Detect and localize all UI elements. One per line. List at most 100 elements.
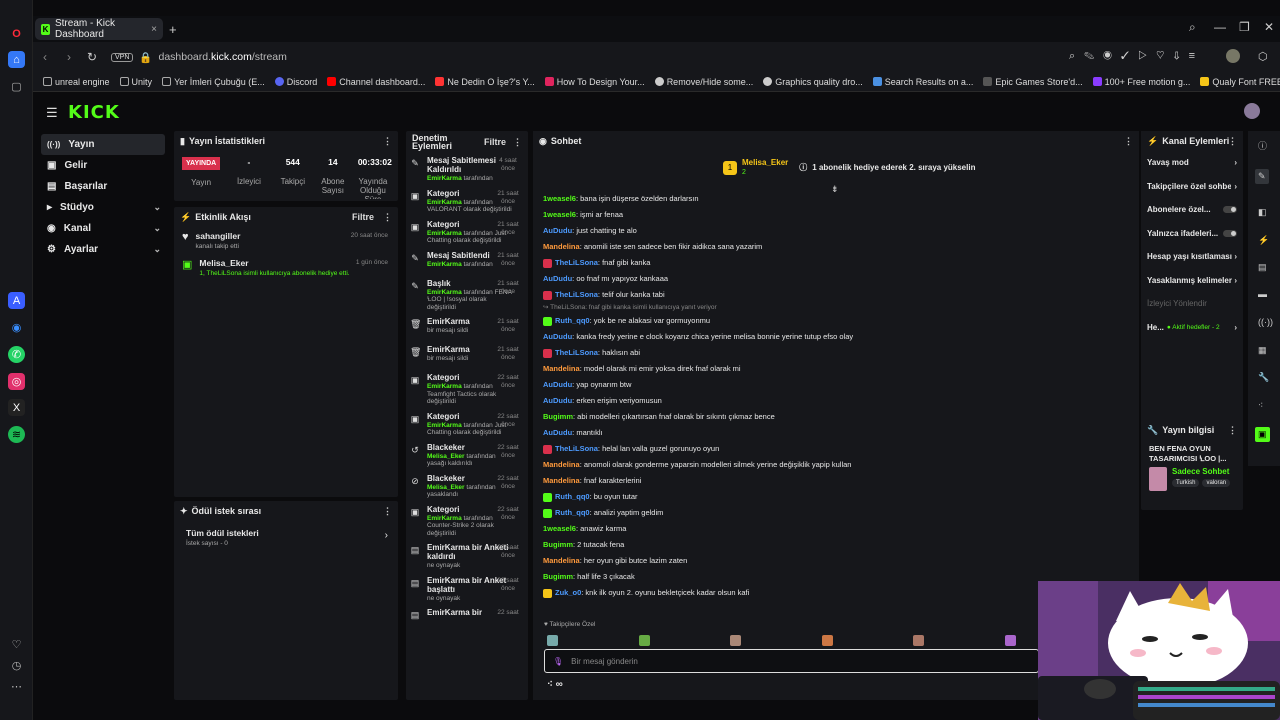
chat-message[interactable]: TheLiLSona: haklısın abi: [543, 345, 1129, 361]
kebab-icon[interactable]: ⋮: [383, 136, 392, 147]
chat-username[interactable]: 1weasel6: [543, 210, 576, 219]
vpn-badge[interactable]: VPN: [111, 52, 134, 62]
chat-username[interactable]: Bugimm: [543, 412, 573, 421]
chat-message[interactable]: 1weasel6: anawiz karma: [543, 521, 1129, 537]
url-field[interactable]: VPN 🔒 dashboard.kick.com/stream: [111, 49, 1051, 65]
category-thumbnail[interactable]: [1149, 467, 1167, 491]
bookmark-item[interactable]: Yer İmleri Çubuğu (E...: [162, 77, 265, 87]
broadcast-tool-icon[interactable]: ((·)): [1258, 317, 1273, 327]
kebab-icon[interactable]: ⋮: [383, 506, 392, 517]
pencil-icon[interactable]: ✎: [1255, 169, 1269, 184]
mod-action-item[interactable]: ▣ Kategori EmirKarma tarafından Just Chatt…: [406, 217, 528, 248]
mod-action-item[interactable]: 🗑 EmirKarma bir mesajı sildi 21 saat önce: [406, 342, 528, 370]
kebab-icon[interactable]: ⋮: [513, 137, 522, 148]
nav-item-ayarlar[interactable]: ⚙ Ayarlar ⌄: [41, 239, 165, 260]
maximize-icon[interactable]: ❐: [1239, 20, 1250, 34]
chat-username[interactable]: Bugimm: [543, 572, 573, 581]
chat-message[interactable]: Mandelina: fnaf karakterlerini: [543, 473, 1129, 489]
chat-username[interactable]: Mandelina: [543, 476, 580, 485]
messenger-app-icon[interactable]: ◉: [8, 319, 25, 336]
mod-action-item[interactable]: ▣ Kategori EmirKarma tarafından Just Chatt…: [406, 409, 528, 440]
chat-message[interactable]: AuDudu: erken erişim veriyomusun: [543, 393, 1129, 409]
bookmark-item[interactable]: Search Results on a...: [872, 77, 973, 87]
message-icon[interactable]: ▬: [1258, 289, 1267, 299]
share-icon[interactable]: ⁖: [1258, 400, 1263, 411]
reload-icon[interactable]: ↻: [87, 50, 97, 64]
bookmark-item[interactable]: Graphics quality dro...: [763, 77, 863, 87]
mod-action-user[interactable]: EmirKarma: [427, 175, 462, 182]
chat-message[interactable]: TheLiLSona: telif olur kanka tabi: [543, 287, 1129, 303]
chat-message[interactable]: Mandelina: her oyun gibi butce lazim zat…: [543, 553, 1129, 569]
chat-username[interactable]: 1weasel6: [543, 194, 576, 203]
action-subs-only[interactable]: Abonelere özel...: [1141, 198, 1243, 222]
chat-username[interactable]: Zuk_o0: [555, 588, 581, 597]
stream-title[interactable]: BEN FENA OYUN TASARIMCISI ꝆOO |...: [1141, 440, 1243, 467]
layout-icon[interactable]: ▦: [1258, 345, 1267, 356]
bookmark-item[interactable]: Remove/Hide some...: [654, 77, 753, 87]
all-rewards-item[interactable]: Tüm ödül istekleri İstek sayısı - 0 ›: [174, 521, 398, 554]
new-tab-icon[interactable]: +: [169, 22, 177, 37]
x-icon[interactable]: X: [8, 399, 25, 416]
kebab-icon[interactable]: ⋮: [383, 212, 392, 223]
chat-username[interactable]: AuDudu: [543, 332, 572, 341]
mod-action-user[interactable]: Melisa_Eker: [427, 453, 465, 460]
chat-username[interactable]: TheLiLSona: [555, 258, 598, 267]
mod-action-item[interactable]: ▤ EmirKarma bir 22 saat: [406, 605, 528, 633]
action-followers-only[interactable]: Takipçilere özel sohbet ›: [1141, 175, 1243, 199]
action-slow-mode[interactable]: Yavaş mod ›: [1141, 151, 1243, 175]
chat-message[interactable]: Ruth_qq0: yok be ne alakasi var gormuyon…: [543, 313, 1129, 329]
bookmark-item[interactable]: unreal engine: [43, 77, 110, 87]
chat-message[interactable]: Ruth_qq0: bu oyun tutar: [543, 489, 1129, 505]
mod-action-user[interactable]: EmirKarma: [427, 289, 462, 296]
chat-message[interactable]: Bugimm: 2 tutacak fena: [543, 537, 1129, 553]
chat-message[interactable]: Ruth_qq0: analizi yaptim geldim: [543, 505, 1129, 521]
bookmark-item[interactable]: Epic Games Store'd...: [983, 77, 1083, 87]
bookmark-item[interactable]: Unity: [119, 77, 152, 87]
forward-icon[interactable]: ›: [67, 50, 71, 64]
chat-username[interactable]: Ruth_qq0: [555, 316, 590, 325]
chat-username[interactable]: Mandelina: [543, 364, 580, 373]
mod-action-item[interactable]: ▤ EmirKarma bir Anketi kaldırdı ne oynayak…: [406, 540, 528, 573]
category-name[interactable]: Sadece Sohbet: [1172, 467, 1230, 476]
home-icon[interactable]: ⌂: [8, 51, 25, 68]
hamburger-menu-icon[interactable]: ☰: [46, 105, 58, 121]
action-banned-words[interactable]: Yasaklanmış kelimeler ›: [1141, 269, 1243, 293]
chat-input[interactable]: 🎙 Bir mesaj gönderin: [544, 649, 1039, 673]
wrench-tool-icon[interactable]: 🔧: [1258, 372, 1269, 383]
mod-action-item[interactable]: ▣ Kategori EmirKarma tarafından VALORANT o…: [406, 186, 528, 217]
easy-setup-icon[interactable]: ⬡: [1258, 50, 1268, 63]
opera-logo-icon[interactable]: O: [8, 25, 25, 42]
history-icon[interactable]: ◷: [8, 657, 25, 674]
chat-message[interactable]: Mandelina: anomili iste sen sadece ben f…: [543, 239, 1129, 255]
action-emotes-only[interactable]: Yalnızca ifadeleri...: [1141, 222, 1243, 246]
chat-username[interactable]: Mandelina: [543, 242, 580, 251]
emote-icon[interactable]: [1004, 635, 1016, 646]
emote-icon[interactable]: [638, 635, 650, 646]
emote-icon[interactable]: [821, 635, 833, 646]
chat-message[interactable]: Mandelina: model olarak mi emir yoksa di…: [543, 361, 1129, 377]
mod-action-item[interactable]: ✎ Mesaj Sabitlemesi Kaldırıldı EmirKarma t…: [406, 153, 528, 186]
channel-points[interactable]: ⁖ ∞: [547, 679, 563, 690]
kebab-icon[interactable]: ⋮: [1228, 136, 1237, 147]
chat-message[interactable]: 1weasel6: bana işin düşerse özelden darl…: [543, 191, 1129, 207]
mod-action-item[interactable]: ⊘ Blackeker Melisa_Eker tarafından yasakla…: [406, 471, 528, 502]
mod-action-item[interactable]: ▣ Kategori EmirKarma tarafından Counter-St…: [406, 502, 528, 541]
nav-item-yayin[interactable]: ((·)) Yayın: [41, 134, 165, 155]
kebab-icon[interactable]: ⋮: [1228, 425, 1237, 436]
tab-kick-dashboard[interactable]: K Stream - Kick Dashboard ×: [35, 18, 163, 40]
chat-username[interactable]: AuDudu: [543, 428, 572, 437]
aria-icon[interactable]: A: [8, 292, 25, 309]
mod-action-item[interactable]: ▤ EmirKarma bir Anket başlattı ne oynayak 2…: [406, 573, 528, 606]
heart-icon[interactable]: ♡: [8, 636, 25, 653]
mod-action-item[interactable]: ↺ Blackeker Melisa_Eker tarafından yasağı …: [406, 440, 528, 471]
instagram-icon[interactable]: ◎: [8, 373, 25, 390]
chat-username[interactable]: AuDudu: [543, 396, 572, 405]
bookmark-item[interactable]: Channel dashboard...: [327, 77, 425, 87]
close-tab-icon[interactable]: ×: [151, 24, 157, 35]
close-window-icon[interactable]: ✕: [1264, 20, 1274, 34]
bookmark-item[interactable]: Discord: [274, 77, 317, 87]
chat-username[interactable]: TheLiLSona: [555, 444, 598, 453]
chat-username[interactable]: TheLiLSona: [555, 290, 598, 299]
mod-action-user[interactable]: EmirKarma: [427, 383, 462, 390]
tag[interactable]: Turkish: [1172, 479, 1200, 487]
